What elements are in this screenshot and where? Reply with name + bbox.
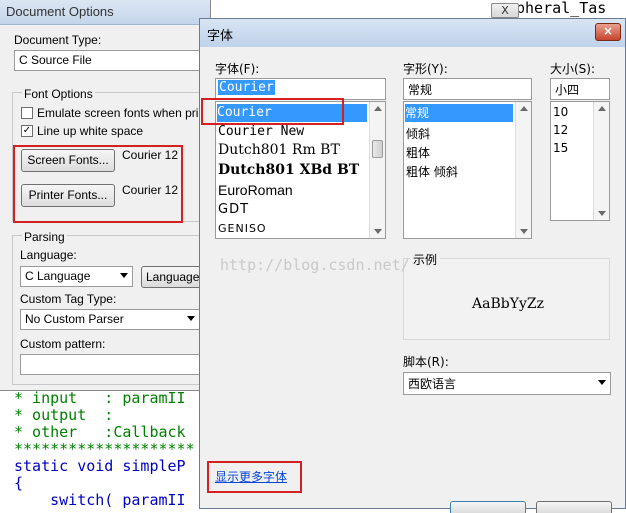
size-list-item-12[interactable]: 12 bbox=[553, 123, 568, 137]
code-line-3: * other :Callback bbox=[14, 423, 186, 441]
font-size-list[interactable]: 10 12 15 bbox=[550, 101, 610, 221]
document-options-titlebar[interactable]: Document Options bbox=[0, 0, 210, 25]
document-options-title: Document Options bbox=[6, 4, 114, 19]
sample-text: AaBbYyZz bbox=[472, 296, 544, 312]
language-dropdown[interactable]: C Language bbox=[20, 266, 133, 287]
font-list-item-euroroman[interactable]: EuroRoman bbox=[218, 182, 293, 198]
font-size-input[interactable]: 小四 bbox=[550, 78, 610, 100]
ok-button[interactable] bbox=[450, 501, 526, 513]
printer-font-value: Courier 12 bbox=[122, 183, 179, 197]
font-courier-highlight-box bbox=[201, 98, 344, 125]
document-type-label: Document Type: bbox=[14, 33, 102, 47]
scroll-up-icon[interactable] bbox=[520, 106, 528, 111]
scroll-up-icon[interactable] bbox=[598, 106, 606, 111]
custom-tag-type-dropdown[interactable]: No Custom Parser bbox=[20, 309, 200, 330]
code-line-7: switch( paramII bbox=[14, 491, 186, 509]
chevron-down-icon bbox=[120, 273, 128, 278]
line-up-white-space-checkbox[interactable]: ✓ bbox=[21, 125, 33, 137]
code-line-1: * input : paramII bbox=[14, 389, 186, 407]
chevron-down-icon bbox=[187, 316, 195, 321]
emulate-screen-fonts-checkbox[interactable] bbox=[21, 107, 33, 119]
font-dialog-close-button[interactable]: × bbox=[595, 23, 621, 41]
document-options-dialog: Document Options Document Type: C Source… bbox=[0, 0, 224, 391]
cancel-button[interactable] bbox=[536, 501, 612, 513]
script-label: 脚本(R): bbox=[403, 355, 449, 369]
parsing-label: Parsing bbox=[22, 230, 67, 244]
language-label: Language: bbox=[20, 248, 77, 262]
code-behind-title: pheral_Tas bbox=[516, 0, 607, 17]
font-list-item-courier-new[interactable]: Courier New bbox=[218, 124, 304, 139]
font-style-list[interactable]: 常规 倾斜 粗体 粗体 倾斜 bbox=[403, 101, 532, 239]
font-list-item-dutch801-rm[interactable]: Dutch801 Rm BT bbox=[218, 142, 340, 158]
code-line-4: ******************** bbox=[14, 440, 195, 458]
scroll-down-icon[interactable] bbox=[374, 229, 382, 234]
scroll-up-icon[interactable] bbox=[374, 106, 382, 111]
size-list-item-10[interactable]: 10 bbox=[553, 105, 568, 119]
code-line-2: * output : bbox=[14, 406, 114, 424]
font-style-label: 字形(Y): bbox=[403, 62, 448, 76]
chevron-down-icon bbox=[598, 380, 606, 385]
document-type-field[interactable]: C Source File bbox=[14, 50, 204, 71]
font-family-label: 字体(F): bbox=[215, 62, 260, 76]
font-style-input[interactable]: 常规 bbox=[403, 78, 532, 100]
scroll-down-icon[interactable] bbox=[520, 229, 528, 234]
style-list-item-regular[interactable]: 常规 bbox=[405, 104, 513, 122]
font-dialog-title: 字体 bbox=[207, 29, 234, 44]
document-options-close-button[interactable]: X bbox=[491, 3, 519, 18]
size-list-item-15[interactable]: 15 bbox=[553, 141, 568, 155]
style-list-scrollbar[interactable] bbox=[515, 102, 531, 238]
style-list-item-bold-italic[interactable]: 粗体 倾斜 bbox=[406, 163, 458, 180]
screen-fonts-button[interactable]: Screen Fonts... bbox=[21, 149, 115, 172]
sample-label: 示例 bbox=[410, 251, 441, 268]
code-line-6: { bbox=[14, 474, 24, 492]
font-dialog-titlebar[interactable]: 字体 × bbox=[200, 19, 625, 47]
font-list-item-gdt[interactable]: GDT bbox=[218, 202, 249, 217]
size-list-scrollbar[interactable] bbox=[593, 102, 609, 220]
font-options-label: Font Options bbox=[22, 87, 95, 101]
font-size-label: 大小(S): bbox=[550, 62, 596, 76]
language-button[interactable]: Language... bbox=[141, 266, 209, 288]
custom-tag-type-label: Custom Tag Type: bbox=[20, 292, 117, 306]
font-dialog: 字体 × 字体(F): Courier Courier Courier New … bbox=[199, 18, 626, 513]
font-family-input[interactable]: Courier bbox=[215, 78, 386, 100]
font-list-item-geniso[interactable]: GENISO bbox=[218, 222, 267, 235]
language-value: C Language bbox=[25, 269, 91, 283]
font-list-item-dutch801-xbd[interactable]: Dutch801 XBd BT bbox=[218, 162, 359, 178]
font-list-scroll-thumb[interactable] bbox=[372, 140, 383, 158]
font-family-input-text: Courier bbox=[218, 80, 275, 95]
show-more-fonts-link[interactable]: 显示更多字体 bbox=[215, 468, 287, 485]
printer-fonts-button[interactable]: Printer Fonts... bbox=[21, 184, 115, 207]
script-value: 西欧语言 bbox=[408, 377, 457, 391]
style-list-item-bold[interactable]: 粗体 bbox=[406, 144, 430, 161]
style-list-item-italic[interactable]: 倾斜 bbox=[406, 125, 430, 142]
watermark-text: http://blog.csdn.net/ bbox=[220, 256, 410, 274]
scroll-down-icon[interactable] bbox=[598, 211, 606, 216]
line-up-white-space-label: Line up white space bbox=[37, 124, 144, 138]
screen-font-value: Courier 12 bbox=[122, 148, 179, 162]
emulate-screen-fonts-label: Emulate screen fonts when printing bbox=[37, 106, 225, 120]
script-dropdown[interactable]: 西欧语言 bbox=[403, 372, 611, 395]
custom-pattern-label: Custom pattern: bbox=[20, 337, 106, 351]
font-list-scrollbar[interactable] bbox=[369, 102, 385, 238]
custom-tag-type-value: No Custom Parser bbox=[25, 312, 124, 326]
code-line-5: static void simpleP bbox=[14, 457, 186, 475]
custom-pattern-field[interactable] bbox=[20, 354, 205, 375]
